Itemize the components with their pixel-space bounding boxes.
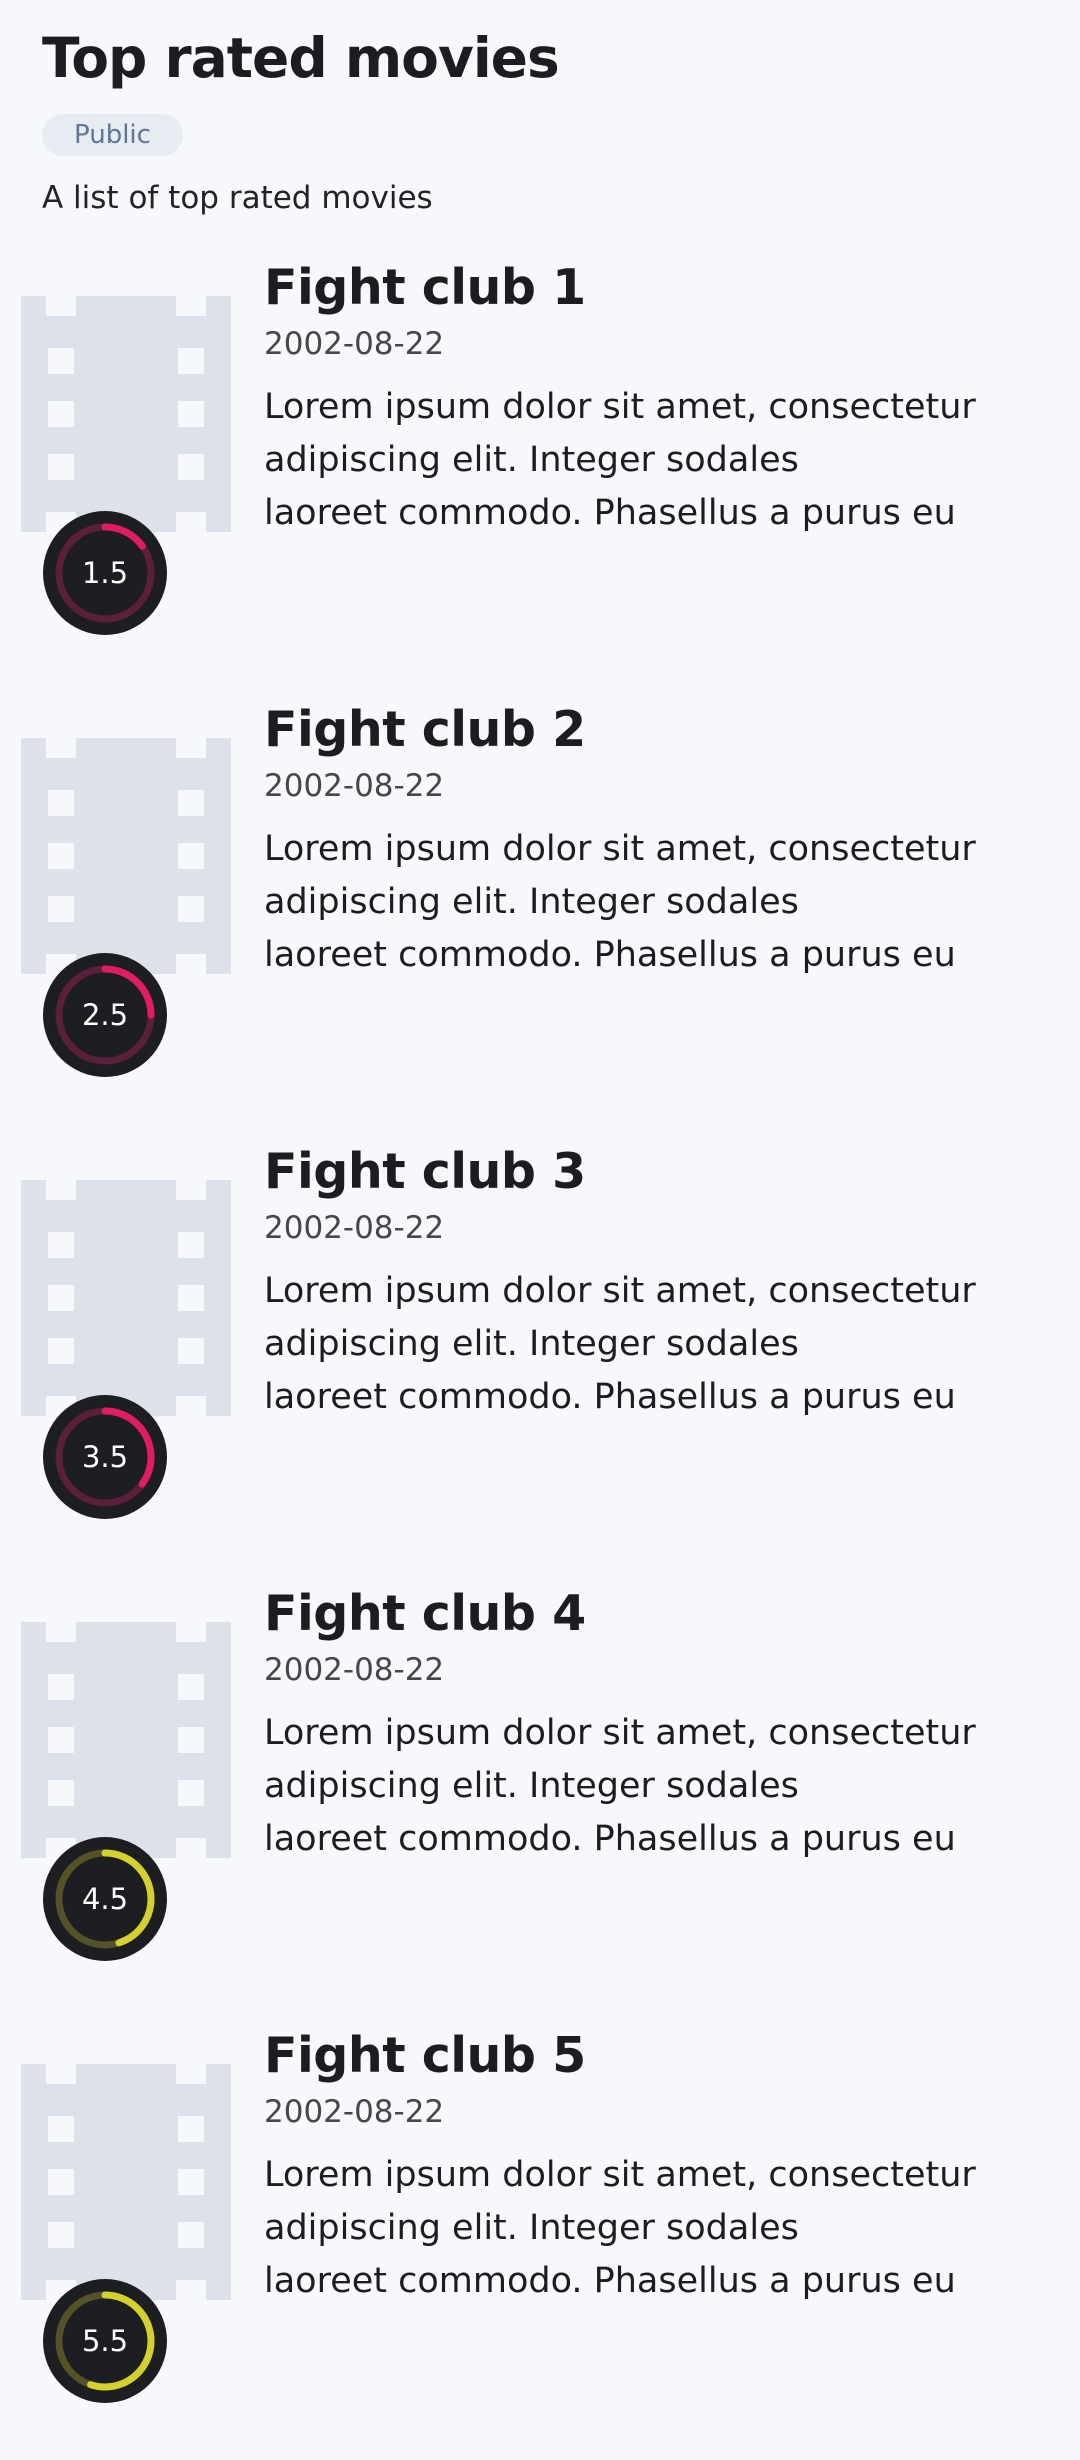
overview-line: adipiscing elit. Integer sodales <box>264 440 799 480</box>
movie-overview: Lorem ipsum dolor sit amet, consectetur … <box>264 823 1064 982</box>
movie-list: 1.5 Fight club 1 2002-08-22 Lorem ipsum … <box>0 250 1080 2460</box>
overview-line: laoreet commodo. Phasellus a purus eu <box>264 935 956 975</box>
overview-line: adipiscing elit. Integer sodales <box>264 1324 799 1364</box>
movie-overview: Lorem ipsum dolor sit amet, consectetur … <box>264 1265 1064 1424</box>
rating-value: 4.5 <box>81 1882 129 1916</box>
rating-badge: 2.5 <box>42 952 168 1078</box>
film-strip-icon <box>21 1180 231 1416</box>
movie-list-item[interactable]: 5.5 Fight club 5 2002-08-22 Lorem ipsum … <box>0 2018 1080 2460</box>
overview-line: Lorem ipsum dolor sit amet, consectetur <box>264 387 976 427</box>
rating-value: 5.5 <box>81 2324 129 2358</box>
movie-release-date: 2002-08-22 <box>264 326 445 362</box>
page-title: Top rated movies <box>42 26 560 90</box>
overview-line: laoreet commodo. Phasellus a purus eu <box>264 493 956 533</box>
movie-list-item[interactable]: 1.5 Fight club 1 2002-08-22 Lorem ipsum … <box>0 250 1080 692</box>
rating-badge: 5.5 <box>42 2278 168 2404</box>
overview-line: laoreet commodo. Phasellus a purus eu <box>264 1819 956 1859</box>
movie-release-date: 2002-08-22 <box>264 2094 445 2130</box>
overview-line: Lorem ipsum dolor sit amet, consectetur <box>264 1713 976 1753</box>
film-strip-icon <box>21 2064 231 2300</box>
overview-line: adipiscing elit. Integer sodales <box>264 1766 799 1806</box>
movie-title: Fight club 4 <box>264 1585 586 1642</box>
overview-line: laoreet commodo. Phasellus a purus eu <box>264 1377 956 1417</box>
film-strip-icon <box>21 296 231 532</box>
rating-value: 1.5 <box>81 556 129 590</box>
movie-title: Fight club 2 <box>264 701 586 758</box>
film-strip-icon <box>21 1622 231 1858</box>
rating-value: 3.5 <box>81 1440 129 1474</box>
overview-line: adipiscing elit. Integer sodales <box>264 882 799 922</box>
overview-line: Lorem ipsum dolor sit amet, consectetur <box>264 1271 976 1311</box>
rating-badge: 3.5 <box>42 1394 168 1520</box>
movie-overview: Lorem ipsum dolor sit amet, consectetur … <box>264 1707 1064 1866</box>
visibility-badge: Public <box>42 114 183 156</box>
movie-overview: Lorem ipsum dolor sit amet, consectetur … <box>264 381 1064 540</box>
overview-line: laoreet commodo. Phasellus a purus eu <box>264 2261 956 2301</box>
rating-badge: 4.5 <box>42 1836 168 1962</box>
movie-title: Fight club 1 <box>264 259 586 316</box>
movie-list-item[interactable]: 3.5 Fight club 3 2002-08-22 Lorem ipsum … <box>0 1134 1080 1576</box>
movie-release-date: 2002-08-22 <box>264 1652 445 1688</box>
rating-value: 2.5 <box>81 998 129 1032</box>
movie-list-item[interactable]: 4.5 Fight club 4 2002-08-22 Lorem ipsum … <box>0 1576 1080 2018</box>
movie-title: Fight club 3 <box>264 1143 586 1200</box>
list-description: A list of top rated movies <box>42 180 433 216</box>
movie-title: Fight club 5 <box>264 2027 586 2084</box>
overview-line: Lorem ipsum dolor sit amet, consectetur <box>264 829 976 869</box>
overview-line: adipiscing elit. Integer sodales <box>264 2208 799 2248</box>
rating-badge: 1.5 <box>42 510 168 636</box>
film-strip-icon <box>21 738 231 974</box>
movie-list-item[interactable]: 2.5 Fight club 2 2002-08-22 Lorem ipsum … <box>0 692 1080 1134</box>
overview-line: Lorem ipsum dolor sit amet, consectetur <box>264 2155 976 2195</box>
movie-release-date: 2002-08-22 <box>264 1210 445 1246</box>
movie-release-date: 2002-08-22 <box>264 768 445 804</box>
movie-overview: Lorem ipsum dolor sit amet, consectetur … <box>264 2149 1064 2308</box>
